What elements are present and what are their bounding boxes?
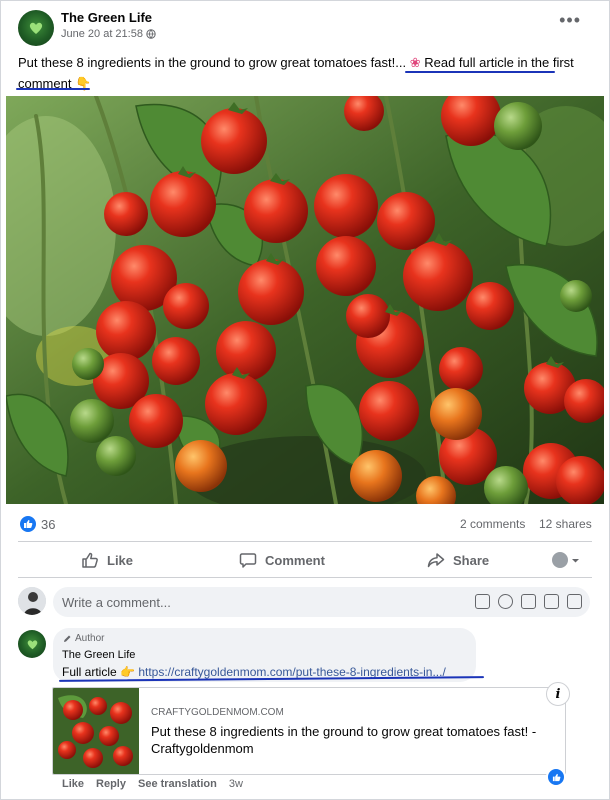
user-photo-icon [18, 587, 46, 615]
comment-input-placeholder: Write a comment... [62, 594, 171, 610]
share-arrow-icon [427, 553, 445, 568]
avatar-sticker-icon[interactable] [475, 594, 490, 609]
shares-count[interactable]: 12 shares [539, 517, 592, 531]
post-text-main: Put these 8 ingredients in the ground to… [18, 55, 407, 70]
gif-icon[interactable] [544, 594, 559, 609]
thumbs-up-icon [82, 552, 98, 568]
comment-prefix: Full article [62, 665, 117, 679]
user-avatar[interactable] [18, 587, 46, 615]
preview-title: Put these 8 ingredients in the ground to… [151, 724, 537, 756]
annotation-underline [16, 88, 90, 90]
audience-selector[interactable] [552, 549, 580, 571]
comments-count[interactable]: 2 comments [460, 517, 525, 531]
reaction-count[interactable]: 36 [41, 517, 55, 532]
tomato-plant-image [6, 96, 604, 504]
post-photo[interactable] [6, 96, 604, 504]
like-reaction-icon[interactable] [20, 516, 36, 532]
see-translation-button[interactable]: See translation [138, 778, 217, 790]
post-text: Put these 8 ingredients in the ground to… [18, 52, 588, 94]
sticker-icon[interactable] [567, 594, 582, 609]
comment-actions: Like Reply See translation 3w [62, 778, 243, 790]
post-card: The Green Life June 20 at 21:58 ••• Put … [0, 0, 610, 800]
info-icon[interactable]: i [546, 682, 570, 706]
share-button[interactable]: Share [427, 549, 489, 571]
comment-bubble: Author The Green Life Full article 👉 htt… [53, 628, 476, 682]
comment-age[interactable]: 3w [229, 778, 243, 790]
emoji-icon[interactable] [498, 594, 513, 609]
annotation-underline [405, 71, 555, 73]
thumbs-up-icon [552, 773, 560, 781]
comment-reply-button[interactable]: Reply [96, 778, 126, 790]
link-preview[interactable]: CRAFTYGOLDENMOM.COM Put these 8 ingredie… [52, 687, 566, 775]
flower-emoji-icon: ❀ [409, 55, 421, 70]
divider [18, 541, 592, 542]
comment-like-reaction-icon[interactable] [546, 767, 566, 787]
commenter-name[interactable]: The Green Life [62, 649, 135, 661]
user-avatar-icon [552, 552, 568, 568]
comment-tools [475, 594, 582, 609]
thumbs-up-icon [24, 520, 33, 528]
author-badge: Author [63, 633, 104, 644]
page-avatar[interactable] [18, 10, 54, 46]
like-label: Like [107, 552, 134, 568]
camera-icon[interactable] [521, 594, 536, 609]
heart-leaf-icon [27, 639, 37, 649]
preview-domain: CRAFTYGOLDENMOM.COM [151, 707, 284, 718]
divider [18, 577, 592, 578]
post-timestamp[interactable]: June 20 at 21:58 [61, 28, 156, 40]
comment-input[interactable]: Write a comment... [53, 587, 590, 617]
comment-label: Comment [265, 552, 325, 568]
speech-bubble-icon [239, 553, 257, 568]
heart-leaf-icon [29, 22, 43, 34]
page-name[interactable]: The Green Life [61, 10, 152, 25]
commenter-avatar[interactable] [18, 630, 46, 658]
comment-button[interactable]: Comment [239, 549, 325, 571]
more-options-button[interactable]: ••• [559, 11, 581, 29]
timestamp-text: June 20 at 21:58 [61, 28, 143, 40]
chevron-down-icon [572, 558, 579, 562]
pencil-icon [64, 635, 71, 642]
preview-thumbnail [53, 688, 139, 774]
globe-icon [146, 29, 156, 39]
author-badge-label: Author [75, 633, 105, 644]
share-label: Share [453, 552, 490, 568]
point-right-emoji-icon: 👉 [120, 665, 135, 679]
comment-like-button[interactable]: Like [62, 778, 84, 790]
like-button[interactable]: Like [81, 549, 133, 571]
